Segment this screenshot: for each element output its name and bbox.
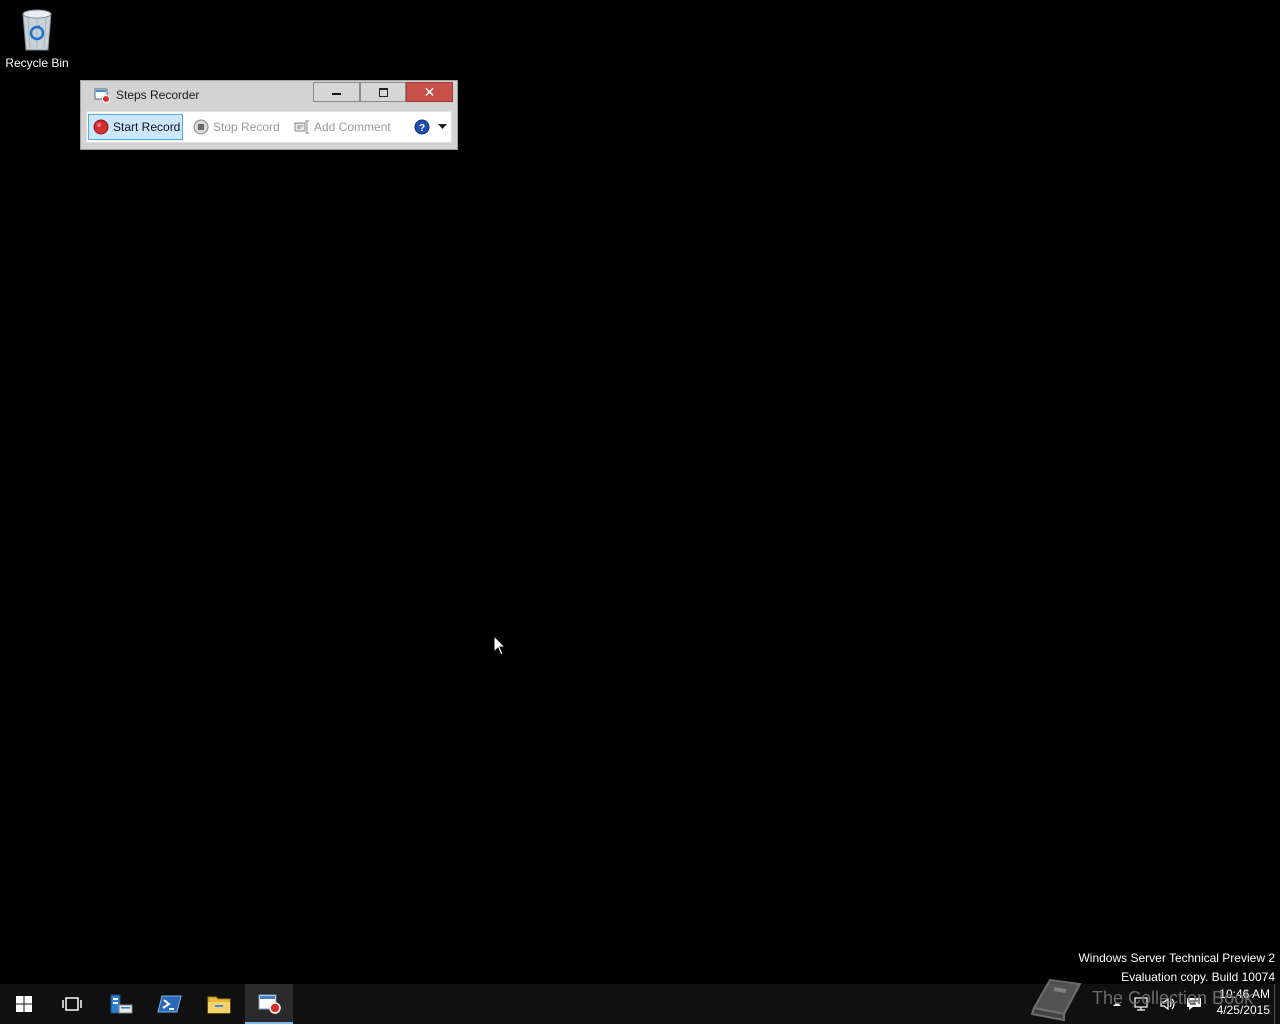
title-bar[interactable]: Steps Recorder ✕ (81, 81, 457, 109)
recycle-bin-icon (22, 9, 52, 51)
help-icon: ? (414, 119, 430, 135)
desktop: Recycle Bin Steps Recorder ✕ Start Recor… (0, 0, 1280, 984)
record-icon (93, 119, 109, 135)
mouse-cursor-icon (493, 635, 507, 656)
stop-record-label: Stop Record (213, 120, 280, 134)
maximize-button[interactable] (360, 82, 406, 102)
minimize-icon (332, 92, 341, 95)
steps-recorder-icon (94, 88, 110, 103)
server-manager-icon (110, 994, 133, 1014)
svg-text:?: ? (419, 123, 425, 134)
windows-logo-icon (16, 996, 32, 1012)
steps-recorder-window: Steps Recorder ✕ Start Record Stop Recor… (80, 80, 458, 150)
start-button[interactable] (0, 984, 48, 1024)
close-button[interactable]: ✕ (406, 82, 453, 102)
watermark-line-1: Windows Server Technical Preview 2 (1078, 951, 1275, 965)
start-record-button[interactable]: Start Record (88, 114, 183, 140)
stop-record-button[interactable]: Stop Record (191, 114, 283, 140)
start-record-label: Start Record (113, 120, 181, 134)
recorder-toolbar: Start Record Stop Record Add Comment ? (86, 111, 452, 143)
settings-dropdown-button[interactable] (435, 114, 449, 140)
desktop-icon-label: Recycle Bin (5, 56, 69, 70)
chevron-down-icon (437, 124, 447, 129)
file-explorer-button[interactable] (195, 984, 243, 1024)
task-view-button[interactable] (48, 984, 96, 1024)
window-title: Steps Recorder (116, 88, 200, 102)
stop-icon (193, 119, 209, 135)
overlay-logo-text: The Collection Book (1092, 988, 1254, 1008)
task-view-icon (62, 997, 82, 1011)
maximize-icon (378, 87, 388, 97)
steps-recorder-taskbar-button[interactable] (245, 984, 293, 1024)
show-desktop-button[interactable] (1274, 984, 1280, 1024)
taskbar: 10:46 AM 4/25/2015 (0, 984, 1280, 1024)
book-logo-icon (1030, 978, 1082, 1022)
help-button[interactable]: ? (413, 114, 431, 140)
comment-icon (294, 120, 309, 134)
os-watermark: Windows Server Technical Preview 2 Evalu… (1078, 949, 1275, 987)
close-icon: ✕ (423, 84, 436, 100)
server-manager-button[interactable] (97, 984, 145, 1024)
minimize-button[interactable] (313, 82, 360, 102)
add-comment-label: Add Comment (314, 120, 391, 134)
steps-recorder-icon (258, 994, 281, 1014)
powershell-icon (157, 995, 182, 1013)
powershell-button[interactable] (146, 984, 194, 1024)
desktop-icon-recycle-bin[interactable]: Recycle Bin (4, 6, 70, 76)
folder-icon (207, 996, 231, 1014)
add-comment-button[interactable]: Add Comment (292, 114, 400, 140)
